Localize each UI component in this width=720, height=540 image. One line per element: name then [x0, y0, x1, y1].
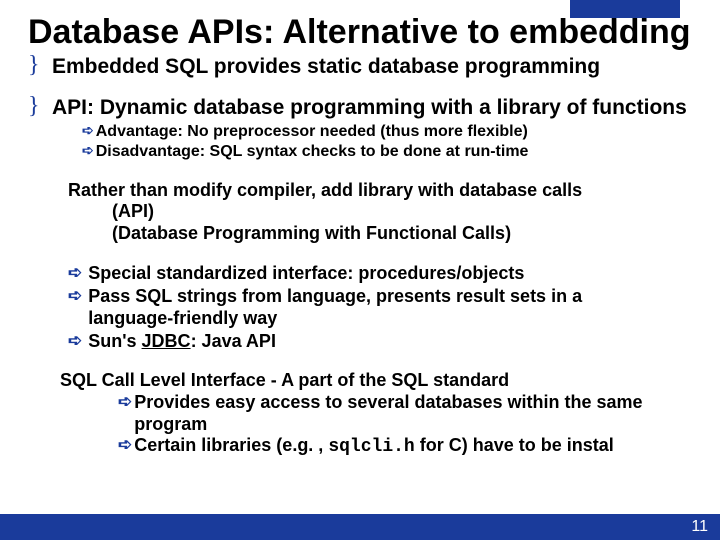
special-list: ➪ Special standardized interface: proced…: [68, 262, 692, 352]
bullet-2: } API: Dynamic database programming with…: [28, 96, 692, 120]
sql-title: SQL Call Level Interface - A part of the…: [60, 370, 692, 392]
para1-line1: Rather than modify compiler, add library…: [68, 180, 582, 200]
sql-s2-post: for C) have to be instal: [415, 435, 614, 455]
arrow-icon: ➪: [68, 285, 82, 306]
sql-sub-1-l2: program: [134, 414, 207, 436]
special-2-line2: language-friendly way: [88, 307, 277, 330]
special-1: ➪ Special standardized interface: proced…: [68, 262, 692, 285]
sql-sublist: ➪ Provides easy access to several databa…: [118, 392, 692, 459]
special-1-text: Special standardized interface: procedur…: [88, 262, 524, 285]
brace-icon: }: [28, 96, 42, 118]
arrow-icon: ➪: [68, 330, 82, 351]
special-2: ➪ Pass SQL strings from language, presen…: [68, 285, 692, 308]
arrow-icon: ➪: [68, 262, 82, 283]
sql-s2-pre: Certain libraries (e.g. ,: [134, 435, 328, 455]
spacer: [28, 244, 692, 262]
disadvantage-line: ➪ Disadvantage: SQL syntax checks to be …: [82, 142, 692, 162]
advantage-line: ➪ Advantage: No preprocessor needed (thu…: [82, 122, 692, 142]
advantage-text: Advantage: No preprocessor needed (thus …: [96, 122, 528, 142]
special-3: ➪ Sun's JDBC: Java API: [68, 330, 692, 353]
para1-line2: (API): [68, 201, 692, 223]
slide-title: Database APIs: Alternative to embedding: [28, 14, 692, 51]
paragraph-1: Rather than modify compiler, add library…: [68, 180, 692, 245]
sql-sub-2: ➪ Certain libraries (e.g. , sqlcli.h for…: [118, 435, 692, 459]
slide-content: } Embedded SQL provides static database …: [28, 55, 692, 458]
slide: Database APIs: Alternative to embedding …: [0, 0, 720, 540]
para1-line3: (Database Programming with Functional Ca…: [68, 223, 692, 245]
sql-sub-2-text: Certain libraries (e.g. , sqlcli.h for C…: [134, 435, 614, 459]
special-3-text: Sun's JDBC: Java API: [88, 330, 276, 353]
arrow-icon: ➪: [118, 435, 132, 455]
arrow-icon: ➪: [82, 142, 94, 160]
jdbc-label: JDBC: [142, 331, 191, 351]
accent-box: [570, 0, 680, 18]
arrow-icon: ➪: [118, 392, 132, 412]
sql-block: SQL Call Level Interface - A part of the…: [60, 370, 692, 458]
sql-sub-1-cont: ➪ program: [118, 414, 692, 436]
bullet-1: } Embedded SQL provides static database …: [28, 55, 692, 79]
arrow-icon: ➪: [82, 122, 94, 140]
special-2-line1: Pass SQL strings from language, presents…: [88, 285, 582, 308]
sql-sub-1-l1: Provides easy access to several database…: [134, 392, 642, 414]
disadvantage-text: Disadvantage: SQL syntax checks to be do…: [96, 142, 529, 162]
bullet-2-text: API: Dynamic database programming with a…: [52, 96, 692, 120]
brace-icon: }: [28, 55, 42, 77]
advantage-block: ➪ Advantage: No preprocessor needed (thu…: [82, 122, 692, 162]
page-number: 11: [691, 518, 708, 536]
bullet-1-text: Embedded SQL provides static database pr…: [52, 55, 692, 79]
footer-bar: 11: [0, 514, 720, 540]
jdbc-pre: Sun's: [88, 331, 141, 351]
sql-s2-code: sqlcli.h: [328, 437, 414, 457]
sql-sub-1: ➪ Provides easy access to several databa…: [118, 392, 692, 414]
jdbc-post: : Java API: [191, 331, 276, 351]
special-2-cont: ➪ language-friendly way: [68, 307, 692, 330]
